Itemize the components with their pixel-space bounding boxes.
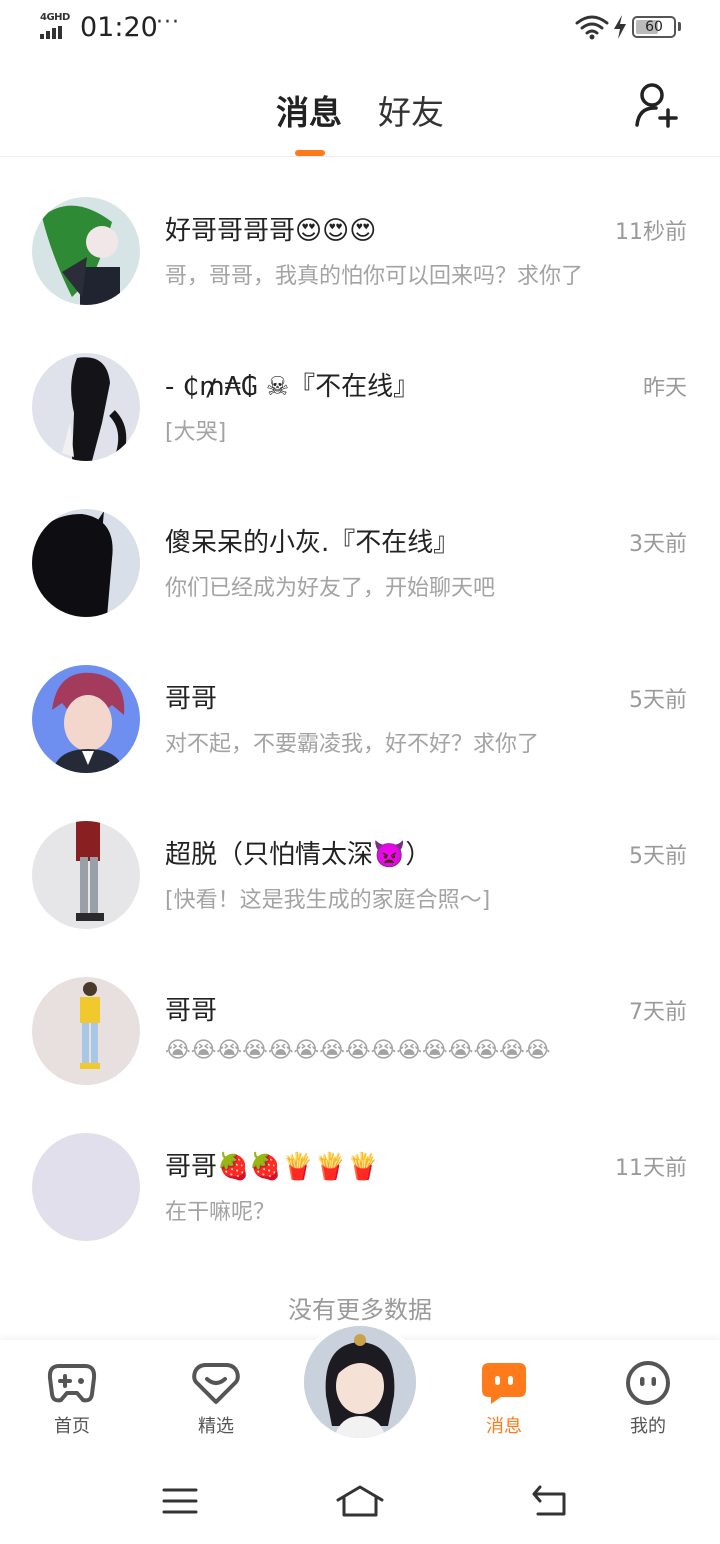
- conversation-list: 好哥哥哥哥😍😍😍 11秒前 哥，哥哥，我真的怕你可以回来吗？求你了 - ₵₥₳₲…: [0, 160, 720, 1252]
- back-icon[interactable]: [530, 1484, 568, 1518]
- header: 消息 好友: [0, 56, 720, 157]
- conversation-row[interactable]: - ₵₥₳₲ ☠『不在线』 昨天 [大哭]: [0, 316, 720, 472]
- nav-featured[interactable]: 精选: [166, 1360, 266, 1438]
- avatar[interactable]: [32, 197, 140, 305]
- signal-icon: [40, 26, 62, 39]
- battery-cap: [678, 22, 681, 31]
- avatar[interactable]: [32, 1133, 140, 1241]
- nav-home[interactable]: 首页: [22, 1360, 122, 1438]
- gamepad-icon: [47, 1364, 97, 1403]
- avatar[interactable]: [32, 509, 140, 617]
- bottom-nav: 首页 精选 消息 我的: [0, 1326, 720, 1458]
- menu-icon[interactable]: [162, 1484, 198, 1518]
- conversation-name: - ₵₥₳₲ ☠『不在线』: [165, 372, 420, 402]
- conversation-time: 7天前: [629, 1000, 687, 1025]
- conversation-preview: 在干嘛呢？: [165, 1200, 276, 1225]
- status-bar: 4GHD 01:20 ··· 60: [0, 0, 720, 56]
- conversation-time: 3天前: [629, 532, 687, 557]
- status-more-dots: ···: [156, 10, 180, 35]
- battery-text: 60: [645, 19, 663, 35]
- nav-mine-label: 我的: [630, 1416, 666, 1437]
- avatar[interactable]: [32, 977, 140, 1085]
- conversation-row[interactable]: 哥哥 7天前 😭😭😭😭😭😭😭😭😭😭😭😭😭😭😭: [0, 940, 720, 1096]
- nav-messages[interactable]: 消息: [454, 1360, 554, 1438]
- conversation-row[interactable]: 傻呆呆的小灰.『不在线』 3天前 你们已经成为好友了，开始聊天吧: [0, 472, 720, 628]
- battery-icon: 60: [632, 16, 676, 38]
- network-type: 4GHD: [40, 12, 70, 23]
- add-user-icon[interactable]: [634, 82, 680, 128]
- conversation-time: 11天前: [615, 1156, 687, 1181]
- conversation-preview: 😭😭😭😭😭😭😭😭😭😭😭😭😭😭😭: [165, 1038, 551, 1063]
- conversation-time: 5天前: [629, 688, 687, 713]
- conversation-name: 哥哥🍓🍓🍟🍟🍟: [165, 1152, 379, 1182]
- conversation-preview: 哥，哥哥，我真的怕你可以回来吗？求你了: [165, 264, 584, 289]
- conversation-name: 哥哥: [165, 996, 218, 1026]
- conversation-time: 5天前: [629, 844, 687, 869]
- conversation-row[interactable]: 好哥哥哥哥😍😍😍 11秒前 哥，哥哥，我真的怕你可以回来吗？求你了: [0, 160, 720, 316]
- tab-messages[interactable]: 消息: [276, 86, 342, 134]
- conversation-preview: [大哭]: [165, 420, 227, 445]
- nav-home-label: 首页: [54, 1416, 90, 1437]
- conversation-name: 超脱（只怕情太深👿）: [165, 840, 432, 870]
- conversation-preview: 对不起，不要霸凌我，好不好？求你了: [165, 732, 540, 757]
- avatar[interactable]: [32, 353, 140, 461]
- status-time: 01:20: [80, 12, 158, 43]
- nav-messages-label: 消息: [486, 1416, 522, 1437]
- system-nav: [0, 1458, 720, 1544]
- nav-featured-label: 精选: [198, 1416, 234, 1437]
- message-bubble-icon: [482, 1363, 526, 1404]
- avatar[interactable]: [32, 665, 140, 773]
- heart-smile-icon: [192, 1363, 240, 1404]
- conversation-row[interactable]: 哥哥 5天前 对不起，不要霸凌我，好不好？求你了: [0, 628, 720, 784]
- tab-friends[interactable]: 好友: [378, 86, 444, 134]
- conversation-time: 昨天: [642, 376, 687, 401]
- wifi-icon: [575, 15, 609, 40]
- conversation-preview: 你们已经成为好友了，开始聊天吧: [165, 576, 496, 601]
- conversation-name: 好哥哥哥哥😍😍😍: [165, 216, 377, 246]
- charging-icon: [614, 15, 626, 39]
- no-more-data-text: 没有更多数据: [288, 1296, 432, 1324]
- conversation-preview: [快看！这是我生成的家庭合照～]: [165, 888, 491, 913]
- home-icon[interactable]: [336, 1484, 384, 1518]
- conversation-time: 11秒前: [615, 220, 687, 245]
- tab-indicator: [295, 150, 325, 156]
- avatar-create-icon: [304, 1326, 416, 1438]
- conversation-name: 哥哥: [165, 684, 218, 714]
- nav-mine[interactable]: 我的: [598, 1360, 698, 1438]
- avatar-create-button[interactable]: [304, 1326, 416, 1438]
- conversation-row[interactable]: 超脱（只怕情太深👿） 5天前 [快看！这是我生成的家庭合照～]: [0, 784, 720, 940]
- face-icon: [626, 1361, 670, 1405]
- conversation-name: 傻呆呆的小灰.『不在线』: [165, 528, 460, 558]
- avatar[interactable]: [32, 821, 140, 929]
- conversation-row[interactable]: 哥哥🍓🍓🍟🍟🍟 11天前 在干嘛呢？: [0, 1096, 720, 1252]
